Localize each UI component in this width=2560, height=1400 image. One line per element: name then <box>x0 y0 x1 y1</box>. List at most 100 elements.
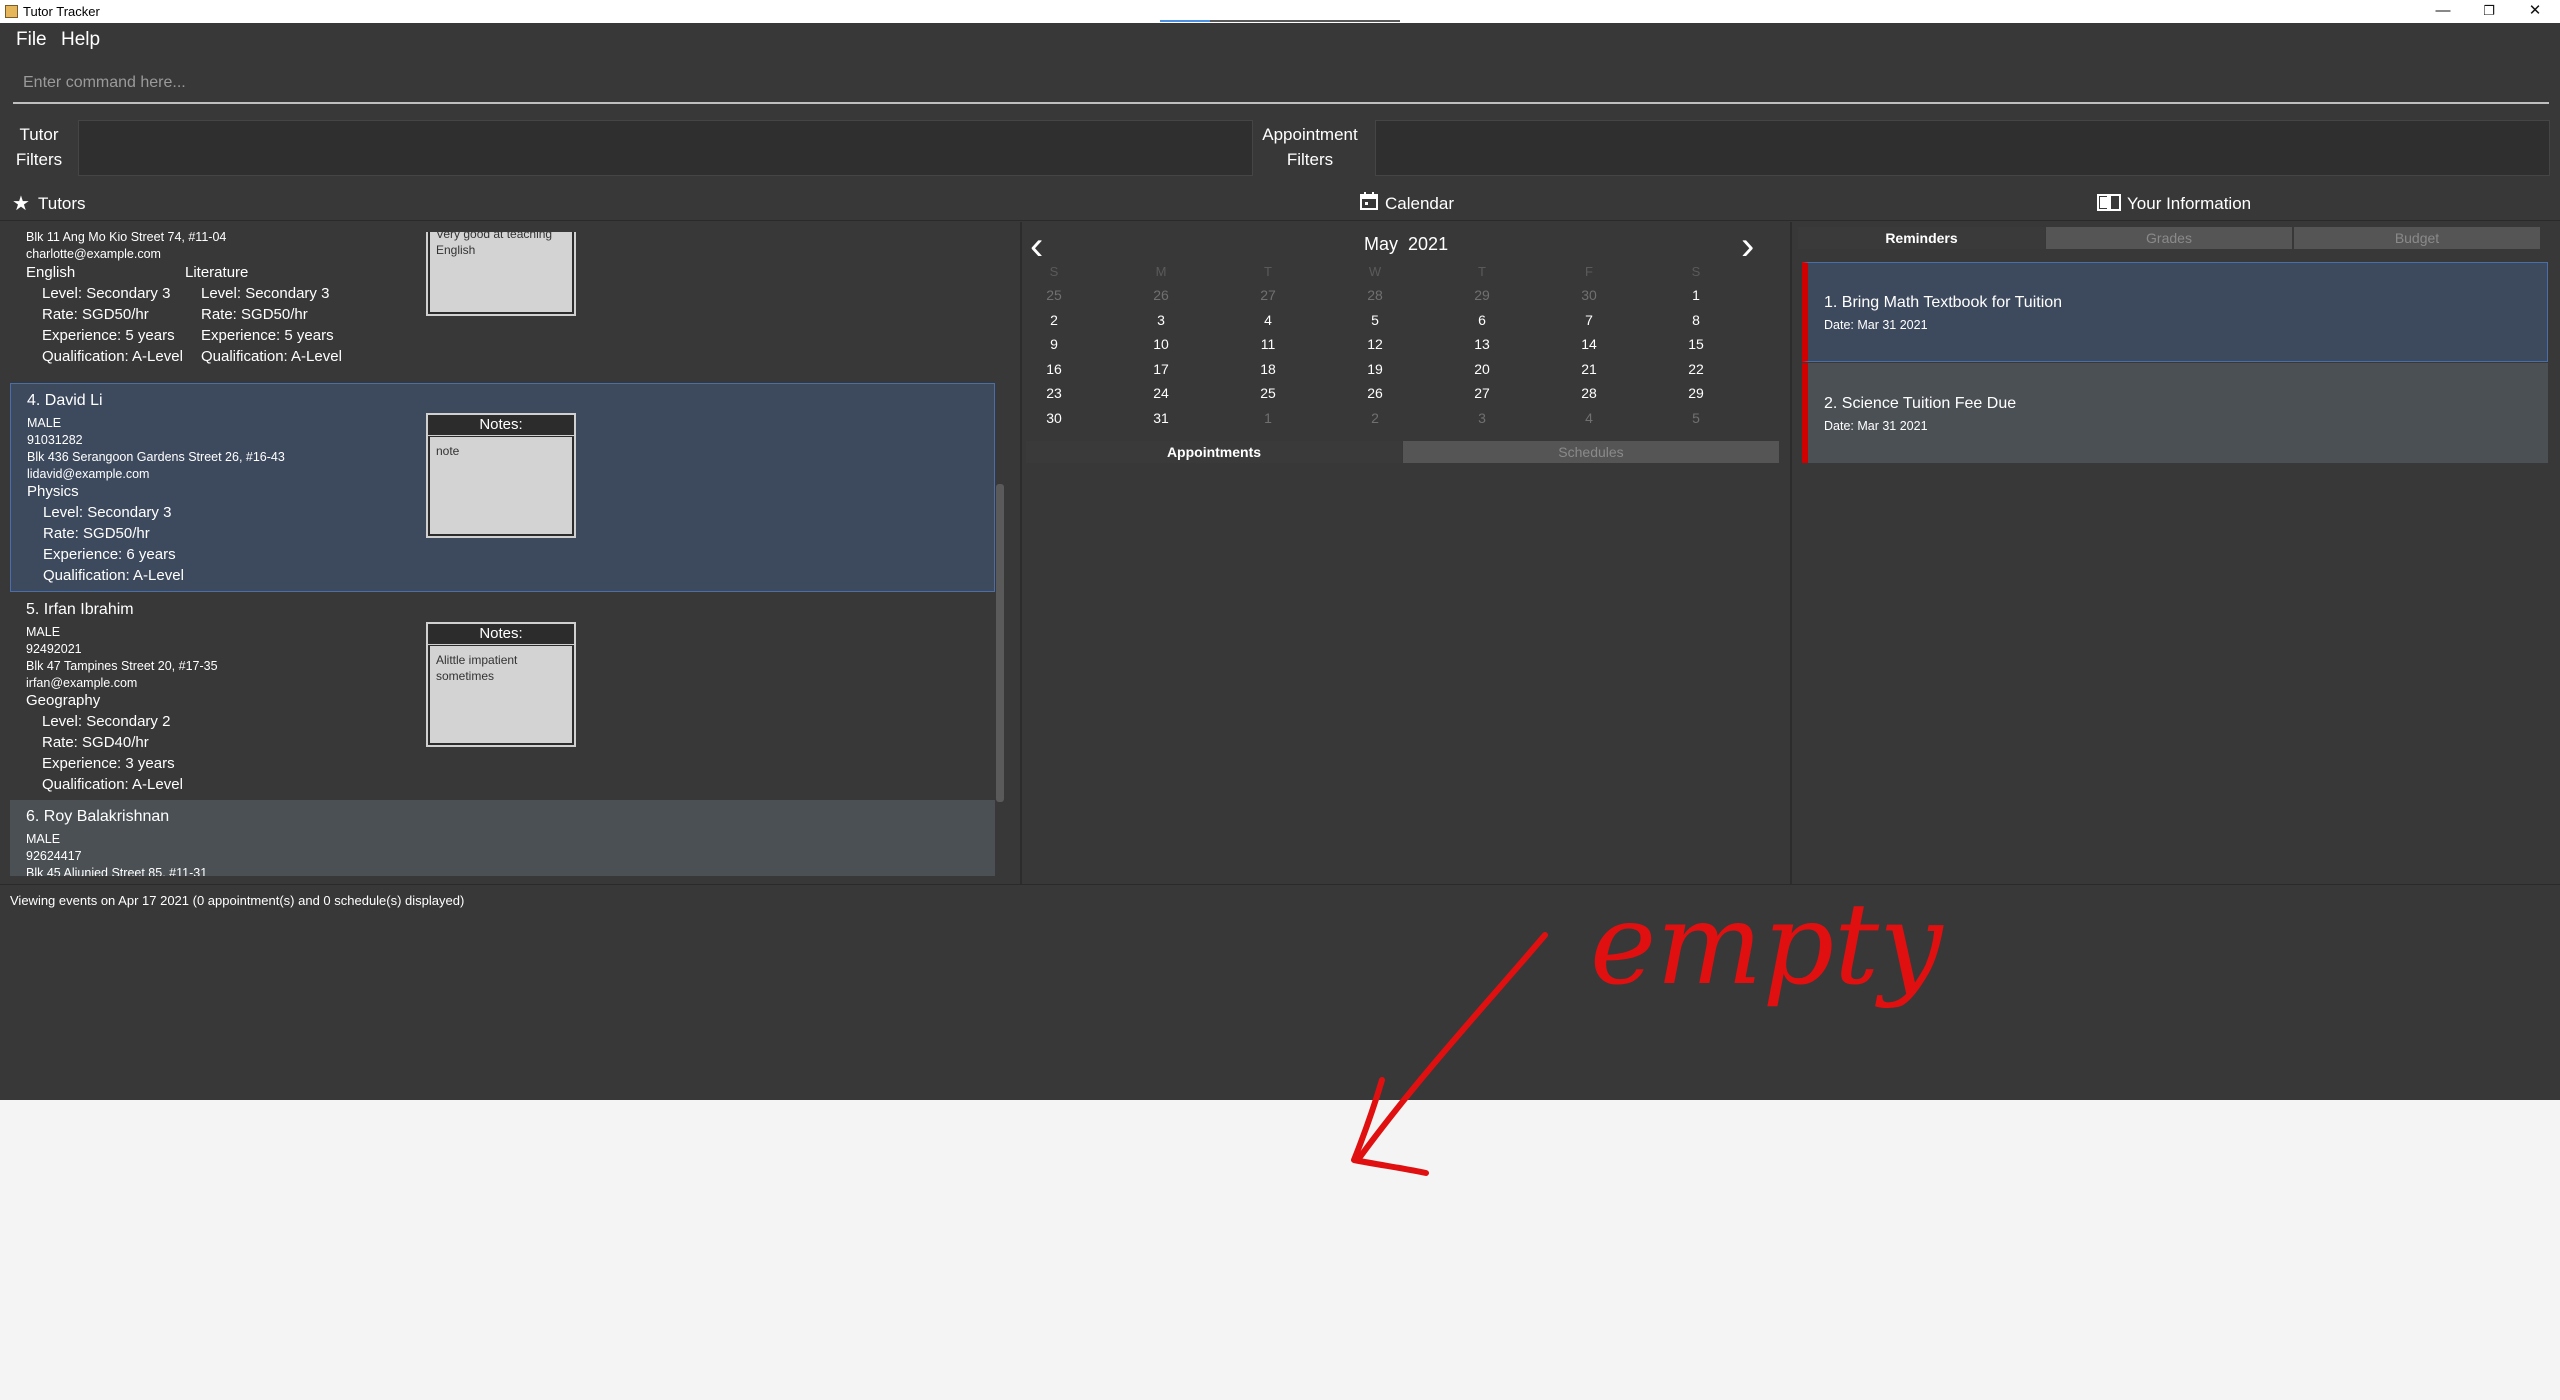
calendar-day[interactable]: 14 <box>1559 336 1619 352</box>
star-icon: ★ <box>12 193 30 215</box>
tab-budget[interactable]: Budget <box>2294 227 2540 249</box>
subject-rate: Rate: SGD50/hr <box>42 306 149 323</box>
tutor-filters-box[interactable] <box>78 120 1253 176</box>
calendar-day-other-month[interactable]: 28 <box>1345 287 1405 303</box>
calendar-day[interactable]: 7 <box>1559 312 1619 328</box>
prev-month-button[interactable]: ‹ <box>1030 226 1043 266</box>
subject-qualification: Qualification: A-Level <box>201 348 342 365</box>
command-input[interactable] <box>13 66 2553 100</box>
tutor-card[interactable]: 6. Roy Balakrishnan MALE 92624417 Blk 45… <box>10 800 995 876</box>
calendar-day[interactable]: 8 <box>1666 312 1726 328</box>
tab-appointments[interactable]: Appointments <box>1026 441 1402 463</box>
tutor-list[interactable]: 93270283 Blk 11 Ang Mo Kio Street 74, #1… <box>10 232 1010 876</box>
calendar-day[interactable]: 9 <box>1024 336 1084 352</box>
tutor-address: Blk 47 Tampines Street 20, #17-35 <box>26 659 218 673</box>
calendar-day[interactable]: 29 <box>1666 385 1726 401</box>
calendar-icon <box>1360 192 1378 210</box>
tutor-email: lidavid@example.com <box>27 467 150 481</box>
calendar-day[interactable]: 27 <box>1452 385 1512 401</box>
tab-grades[interactable]: Grades <box>2046 227 2292 249</box>
next-month-button[interactable]: › <box>1741 226 1754 266</box>
calendar-day[interactable]: 30 <box>1024 410 1084 426</box>
calendar-day[interactable]: 23 <box>1024 385 1084 401</box>
tab-schedules[interactable]: Schedules <box>1403 441 1779 463</box>
calendar-day-other-month[interactable]: 26 <box>1131 287 1191 303</box>
window-title: Tutor Tracker <box>23 4 100 19</box>
calendar-day[interactable]: 15 <box>1666 336 1726 352</box>
calendar-day[interactable]: 17 <box>1131 361 1191 377</box>
close-button[interactable]: ✕ <box>2512 0 2558 23</box>
tutor-gender: MALE <box>27 416 62 430</box>
calendar-day-other-month[interactable]: 1 <box>1238 410 1298 426</box>
calendar-day-other-month[interactable]: 5 <box>1666 410 1726 426</box>
calendar-weekday-label: F <box>1585 264 1593 279</box>
notes-text: Very good at teaching English <box>430 232 572 312</box>
tutor-card[interactable]: 5. Irfan Ibrahim MALE 92492021 Blk 47 Ta… <box>10 592 995 800</box>
tutor-address: Blk 11 Ang Mo Kio Street 74, #11-04 <box>26 232 227 244</box>
tutor-filters-label-line2: Filters <box>15 150 63 169</box>
calendar-day[interactable]: 20 <box>1452 361 1512 377</box>
subject-level: Level: Secondary 3 <box>42 285 171 302</box>
calendar-day[interactable]: 5 <box>1345 312 1405 328</box>
calendar-weekday-label: S <box>1691 264 1701 279</box>
calendar-day[interactable]: 6 <box>1452 312 1512 328</box>
tutor-list-scrollbar[interactable] <box>996 484 1004 802</box>
command-box <box>13 66 2553 104</box>
calendar-day[interactable]: 25 <box>1238 385 1298 401</box>
calendar-day[interactable]: 10 <box>1131 336 1191 352</box>
title-bar-indicator-accent <box>1160 20 1210 22</box>
calendar-day-other-month[interactable]: 29 <box>1452 287 1512 303</box>
tutor-card-selected[interactable]: 4. David Li MALE 91031282 Blk 436 Serang… <box>10 383 995 592</box>
reminder-title: 1. Bring Math Textbook for Tuition <box>1824 294 2063 311</box>
calendar-day[interactable]: 18 <box>1238 361 1298 377</box>
tutor-gender: MALE <box>26 625 61 639</box>
notes-box: Very good at teaching English <box>426 232 576 316</box>
header-divider <box>0 220 2560 221</box>
calendar-day[interactable]: 16 <box>1024 361 1084 377</box>
reminder-item-selected[interactable]: 1. Bring Math Textbook for Tuition Date:… <box>1802 262 2548 362</box>
status-divider <box>0 884 2560 885</box>
appointment-filters-box[interactable] <box>1375 120 2550 176</box>
menu-file[interactable]: File <box>16 29 47 51</box>
subject-level: Level: Secondary 3 <box>201 285 330 302</box>
calendar-day[interactable]: 26 <box>1345 385 1405 401</box>
reminder-item[interactable]: 2. Science Tuition Fee Due Date: Mar 31 … <box>1802 363 2548 463</box>
calendar-day[interactable]: 22 <box>1666 361 1726 377</box>
calendar-day-other-month[interactable]: 2 <box>1345 410 1405 426</box>
calendar-day[interactable]: 3 <box>1131 312 1191 328</box>
status-message: Viewing events on Apr 17 2021 (0 appoint… <box>10 893 465 908</box>
tutor-phone: 92492021 <box>26 642 82 656</box>
calendar-month-name: May <box>1364 234 1399 254</box>
calendar-day-other-month[interactable]: 25 <box>1024 287 1084 303</box>
tutor-gender: MALE <box>26 832 61 846</box>
tutor-email: charlotte@example.com <box>26 247 161 261</box>
calendar-day[interactable]: 4 <box>1238 312 1298 328</box>
calendar-day[interactable]: 11 <box>1238 336 1298 352</box>
menu-help[interactable]: Help <box>61 29 100 51</box>
restore-button[interactable]: ❐ <box>2466 0 2512 23</box>
calendar-day-other-month[interactable]: 30 <box>1559 287 1619 303</box>
calendar-day[interactable]: 19 <box>1345 361 1405 377</box>
calendar-day[interactable]: 12 <box>1345 336 1405 352</box>
calendar-day[interactable]: 24 <box>1131 385 1191 401</box>
calendar-day[interactable]: 31 <box>1131 410 1191 426</box>
tutor-filters-label-line1: Tutor <box>19 125 59 144</box>
calendar-day-other-month[interactable]: 3 <box>1452 410 1512 426</box>
notes-text: Alittle impatient sometimes <box>430 646 572 743</box>
calendar-day-other-month[interactable]: 4 <box>1559 410 1619 426</box>
calendar-day[interactable]: 28 <box>1559 385 1619 401</box>
subject-experience: Experience: 5 years <box>42 327 175 344</box>
minimize-button[interactable]: — <box>2420 0 2466 23</box>
calendar-day[interactable]: 2 <box>1024 312 1084 328</box>
tutor-card-partial[interactable]: 93270283 Blk 11 Ang Mo Kio Street 74, #1… <box>10 232 995 365</box>
calendar-day[interactable]: 13 <box>1452 336 1512 352</box>
calendar-day-other-month[interactable]: 27 <box>1238 287 1298 303</box>
calendar-day[interactable]: 1 <box>1666 287 1726 303</box>
notes-title: Notes: <box>428 415 574 436</box>
tutor-filters-label: Tutor Filters <box>10 122 68 172</box>
tab-reminders[interactable]: Reminders <box>1798 227 2045 249</box>
calendar-day[interactable]: 21 <box>1559 361 1619 377</box>
subject-experience: Experience: 5 years <box>201 327 334 344</box>
panel-divider-left <box>1020 222 1022 885</box>
tutor-email: irfan@example.com <box>26 676 138 690</box>
